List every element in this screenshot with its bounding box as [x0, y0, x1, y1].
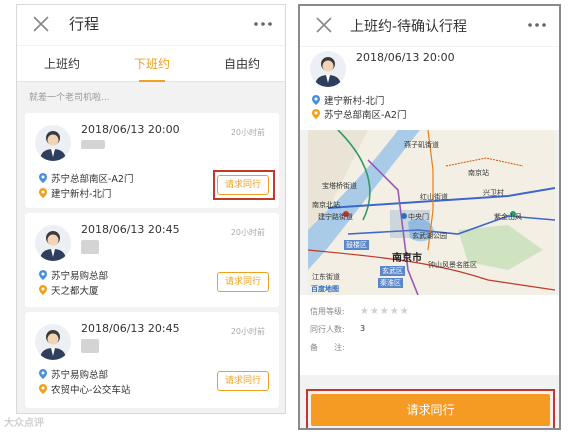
credit-stars: ★★★★★	[360, 306, 410, 317]
route-to-label: 农贸中心-公交车站	[51, 385, 131, 396]
tab-free[interactable]: 自由约	[197, 46, 285, 82]
map-label: 宝塔桥街道	[322, 182, 357, 190]
route-from-label: 建宁新村-北门	[324, 96, 385, 107]
origin-pin-icon	[39, 173, 47, 183]
destination-pin-icon	[39, 188, 47, 198]
map-label: 中央门	[408, 213, 429, 221]
people-value: 3	[360, 324, 366, 333]
destination-pin-icon	[39, 384, 47, 394]
trip-date: 2018/06/13 20:45	[81, 223, 180, 236]
map-label: 江东街道	[312, 273, 340, 281]
trip-date: 2018/06/13 20:45	[81, 322, 180, 335]
map-label: 玄武区	[380, 266, 405, 276]
route-from: 苏宁总部南区-A2门	[39, 171, 133, 185]
page-title: 上班约-待确认行程	[350, 19, 468, 35]
trip-list-screen: 行程 上班约 下班约 自由约 就差一个老司机啦... 2018/06/13 20…	[16, 4, 286, 414]
highlight-box	[306, 389, 555, 428]
route-from-label: 苏宁易购总部	[51, 271, 109, 282]
map-label: 建宁路街道	[318, 213, 353, 221]
tab-evening[interactable]: 下班约	[107, 46, 197, 82]
route-from: 苏宁易购总部	[39, 268, 108, 282]
route-to: 建宁新村-北门	[39, 186, 111, 200]
map-label: 玄武湖公园	[412, 232, 447, 240]
trip-card[interactable]: 2018/06/13 20:45 20小时前 苏宁易购总部 农贸中心-公交车站 …	[25, 312, 279, 408]
route-to: 苏宁总部南区-A2门	[312, 107, 406, 121]
route-to-label: 苏宁总部南区-A2门	[324, 110, 407, 121]
trip-date: 2018/06/13 20:00	[81, 123, 180, 136]
header-bar: 上班约-待确认行程	[300, 6, 559, 46]
route-map[interactable]: 燕子矶街道 宝塔桥街道 南京站 南京北站 红山街道 兴卫村 建宁路街道 中央门 …	[308, 130, 555, 295]
highlight-box	[213, 170, 275, 200]
trip-detail-screen: 上班约-待确认行程 2018/06/13 20:00 建宁新村-北门 苏宁总部南…	[298, 4, 561, 430]
avatar	[35, 125, 71, 161]
map-label: 紫金山风	[494, 213, 522, 221]
avatar	[310, 51, 346, 87]
origin-pin-icon	[312, 95, 320, 105]
trip-card[interactable]: 2018/06/13 20:45 20小时前 苏宁易购总部 天之都大厦 请求同行	[25, 213, 279, 307]
request-ride-button[interactable]: 请求同行	[217, 272, 269, 292]
active-tab-indicator	[139, 80, 165, 82]
map-label: 燕子矶街道	[404, 141, 439, 149]
destination-pin-icon	[312, 109, 320, 119]
driver-name-blurred	[81, 240, 99, 254]
driver-name-blurred	[81, 140, 105, 149]
map-label: 南京市	[392, 253, 422, 264]
map-label: 鼓楼区	[344, 240, 369, 250]
tab-bar: 上班约 下班约 自由约	[17, 46, 285, 82]
destination-pin-icon	[39, 285, 47, 295]
tab-morning[interactable]: 上班约	[17, 46, 107, 82]
route-from: 建宁新村-北门	[312, 93, 384, 107]
route-to-label: 天之都大厦	[51, 286, 99, 297]
map-label: 红山街道	[420, 193, 448, 201]
origin-pin-icon	[39, 270, 47, 280]
route-to-label: 建宁新村-北门	[51, 189, 112, 200]
credit-label: 信用等级:	[310, 307, 345, 316]
route-from: 苏宁易购总部	[39, 367, 108, 381]
map-logo: 百度地图	[311, 285, 339, 293]
map-label: 南京站	[468, 169, 489, 177]
more-icon[interactable]	[253, 21, 273, 27]
watermark: 大众点评	[4, 418, 44, 429]
route-from-label: 苏宁总部南区-A2门	[51, 174, 134, 185]
route-from-label: 苏宁易购总部	[51, 370, 109, 381]
map-label: 兴卫村	[483, 189, 504, 197]
avatar	[35, 324, 71, 360]
page-title: 行程	[69, 15, 100, 33]
trip-card[interactable]: 2018/06/13 20:00 20小时前 苏宁总部南区-A2门 建宁新村-北…	[25, 113, 279, 208]
map-label: 钟山风景名胜区	[428, 261, 477, 269]
map-label: 秦淮区	[378, 278, 403, 288]
close-icon[interactable]	[31, 14, 51, 34]
avatar	[35, 225, 71, 261]
trip-summary: 2018/06/13 20:00 建宁新村-北门 苏宁总部南区-A2门	[300, 47, 559, 130]
route-to: 天之都大厦	[39, 283, 99, 297]
tab-evening-label: 下班约	[133, 57, 170, 71]
hint-text: 就差一个老司机啦...	[29, 93, 110, 103]
request-ride-button[interactable]: 请求同行	[217, 371, 269, 391]
time-ago: 20小时前	[230, 228, 265, 237]
driver-name-blurred	[81, 339, 99, 353]
more-icon[interactable]	[527, 22, 547, 28]
route-to: 农贸中心-公交车站	[39, 382, 130, 396]
header-bar: 行程	[17, 5, 285, 45]
origin-pin-icon	[39, 369, 47, 379]
people-label: 同行人数:	[310, 325, 345, 334]
trip-date: 2018/06/13 20:00	[356, 51, 455, 64]
close-icon[interactable]	[314, 15, 334, 35]
note-label: 备 注:	[310, 343, 345, 352]
trip-info: 信用等级: ★★★★★ 同行人数: 3 备 注:	[300, 295, 559, 375]
time-ago: 20小时前	[230, 327, 265, 336]
time-ago: 20小时前	[230, 128, 265, 137]
map-label: 南京北站	[312, 201, 340, 209]
